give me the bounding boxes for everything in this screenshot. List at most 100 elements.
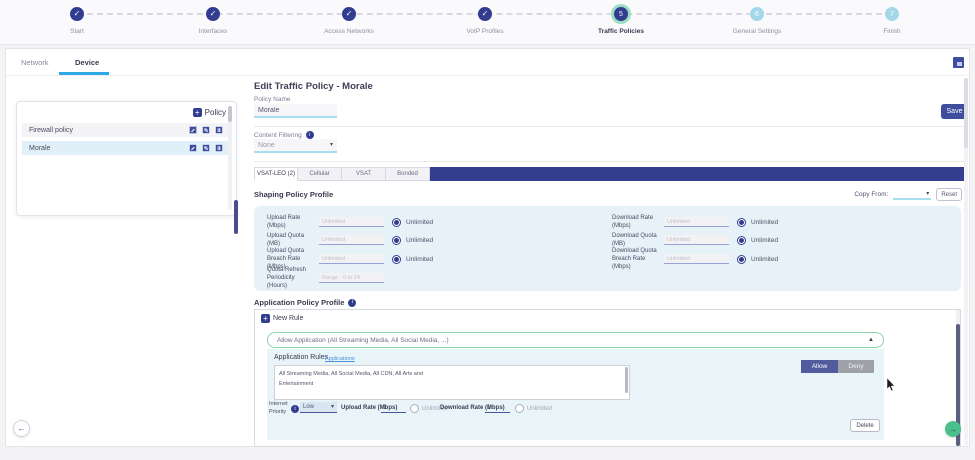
- active-tab-underline: [59, 72, 109, 75]
- back-arrow-icon: ←: [18, 424, 26, 433]
- step-label: Start: [27, 28, 127, 35]
- fullscreen-icon[interactable]: [953, 57, 964, 68]
- check-icon: ✓: [342, 7, 356, 21]
- tab-vsat[interactable]: VSAT: [342, 167, 386, 181]
- application-rules-label: Application Rules: [274, 354, 328, 361]
- info-icon[interactable]: i: [306, 131, 314, 139]
- tab-cellular[interactable]: Cellular: [298, 167, 342, 181]
- rule-header[interactable]: Allow Application (All Streaming Media, …: [267, 332, 884, 348]
- quota-refresh-input[interactable]: [319, 273, 384, 283]
- step-label: Interfaces: [163, 28, 263, 35]
- step-interfaces[interactable]: ✓ Interfaces: [163, 7, 263, 35]
- upload-quota-unlimited-radio[interactable]: [392, 236, 401, 245]
- step-number: 6: [750, 7, 764, 21]
- copy-from-select[interactable]: ▾: [893, 189, 931, 200]
- step-general-settings[interactable]: 6 General Settings: [707, 7, 807, 35]
- delete-icon[interactable]: [215, 144, 223, 152]
- upload-breach-input[interactable]: [319, 254, 384, 264]
- new-rule-label: New Rule: [273, 315, 303, 322]
- edit-icon[interactable]: [189, 126, 197, 134]
- step-voip-profiles[interactable]: ✓ VoIP Profiles: [435, 7, 535, 35]
- deny-button[interactable]: Deny: [838, 360, 874, 373]
- tab-device[interactable]: Device: [75, 58, 99, 67]
- upload-rate-unlimited-radio[interactable]: [392, 218, 401, 227]
- step-start[interactable]: ✓ Start: [27, 7, 127, 35]
- policy-name-input[interactable]: [254, 104, 337, 118]
- textarea-scrollbar-thumb[interactable]: [625, 367, 628, 393]
- application-rules-textarea[interactable]: All Streaming Media, All Social Media, A…: [274, 365, 630, 400]
- delete-icon[interactable]: [215, 126, 223, 134]
- applications-link[interactable]: Applications: [325, 356, 355, 362]
- info-icon[interactable]: i: [291, 405, 299, 413]
- chevron-down-icon: ▾: [926, 191, 929, 197]
- download-rate-unlimited-radio[interactable]: [737, 218, 746, 227]
- step-label: Traffic Policies: [571, 28, 671, 35]
- plus-icon: +: [261, 314, 270, 323]
- step-traffic-policies[interactable]: 5 Traffic Policies: [571, 7, 671, 35]
- allow-deny-toggle: Allow Deny: [801, 360, 874, 373]
- reset-button[interactable]: Reset: [936, 188, 962, 201]
- step-label: VoIP Profiles: [435, 28, 535, 35]
- rule-upload-rate-input[interactable]: [381, 402, 406, 413]
- rule-download-rate-input[interactable]: [485, 402, 510, 413]
- step-label: General Settings: [707, 28, 807, 35]
- download-breach-input[interactable]: [664, 254, 729, 264]
- next-button[interactable]: →: [945, 421, 961, 437]
- allow-button[interactable]: Allow: [801, 360, 838, 373]
- content-scrollbar-thumb[interactable]: [234, 200, 238, 234]
- tabbar-fill: [430, 167, 964, 181]
- download-rate-label: Download Rate (Mbps): [612, 214, 660, 230]
- download-quota-input[interactable]: [664, 235, 729, 245]
- info-icon[interactable]: i: [348, 299, 356, 307]
- tab-vsat-leo[interactable]: VSAT-LEO (2): [254, 167, 298, 181]
- unlimited-label: Unlimited: [751, 256, 778, 263]
- policy-list-panel: + Policy Firewall policy Morale: [16, 101, 237, 216]
- download-quota-label: Download Quota (MB): [612, 232, 660, 248]
- plus-icon: +: [193, 108, 202, 117]
- upload-breach-unlimited-radio[interactable]: [392, 255, 401, 264]
- internet-priority-select[interactable]: Low ▾: [300, 402, 337, 413]
- edit-icon[interactable]: [189, 144, 197, 152]
- unlimited-label: Unlimited: [527, 406, 552, 412]
- unlimited-label: Unlimited: [751, 237, 778, 244]
- content-filtering-value: None: [258, 142, 275, 149]
- content-filtering-select[interactable]: None ▾: [254, 139, 337, 153]
- card-scrollbar-thumb[interactable]: [964, 78, 968, 148]
- rule-upload-unlimited-radio[interactable]: [410, 404, 419, 413]
- step-access-networks[interactable]: ✓ Access Networks: [299, 7, 399, 35]
- upload-quota-input[interactable]: [319, 235, 384, 245]
- check-icon: ✓: [478, 7, 492, 21]
- step-finish[interactable]: 7 Finish: [842, 7, 942, 35]
- back-button[interactable]: ←: [13, 420, 30, 437]
- panel-scrollbar[interactable]: [228, 106, 232, 210]
- download-breach-unlimited-radio[interactable]: [737, 255, 746, 264]
- panel-scrollbar-thumb[interactable]: [228, 106, 232, 122]
- page-title: Edit Traffic Policy - Morale: [254, 81, 373, 92]
- chevron-down-icon: ▾: [331, 404, 334, 410]
- new-rule-button[interactable]: + New Rule: [261, 314, 303, 323]
- rule-detail-panel: Application Rules Applications All Strea…: [267, 349, 884, 440]
- policy-row-morale[interactable]: Morale: [22, 141, 228, 155]
- add-policy-button[interactable]: + Policy: [193, 108, 226, 117]
- policy-row-firewall[interactable]: Firewall policy: [22, 123, 228, 137]
- download-breach-label: Download Quota Breach Rate (Mbps): [612, 247, 660, 271]
- unlimited-label: Unlimited: [406, 237, 433, 244]
- card-scrollbar[interactable]: [964, 78, 968, 445]
- upload-rate-input[interactable]: [319, 217, 384, 227]
- download-rate-input[interactable]: [664, 217, 729, 227]
- copy-icon[interactable]: [202, 144, 210, 152]
- collapse-icon[interactable]: ▲: [868, 337, 874, 343]
- check-icon: ✓: [206, 7, 220, 21]
- policy-name-label: Policy Name: [254, 96, 290, 103]
- tab-network[interactable]: Network: [21, 58, 49, 67]
- delete-rule-button[interactable]: Delete: [850, 419, 880, 432]
- application-policy-title: Application Policy Profile: [254, 298, 344, 307]
- unlimited-label: Unlimited: [751, 219, 778, 226]
- tab-bonded[interactable]: Bonded: [386, 167, 430, 181]
- rule-summary: Allow Application (All Streaming Media, …: [277, 337, 449, 344]
- check-icon: ✓: [70, 7, 84, 21]
- copy-icon[interactable]: [202, 126, 210, 134]
- rule-download-unlimited-radio[interactable]: [515, 404, 524, 413]
- step-number: 7: [885, 7, 899, 21]
- download-quota-unlimited-radio[interactable]: [737, 236, 746, 245]
